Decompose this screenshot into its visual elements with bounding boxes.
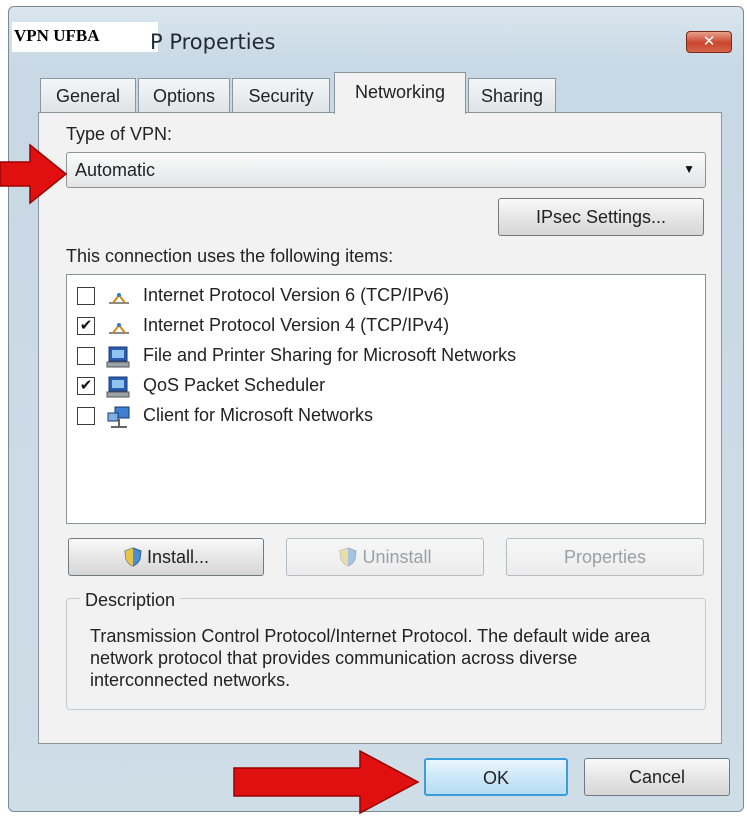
vpn-type-dropdown[interactable]: Automatic ▼	[66, 152, 706, 188]
uninstall-button-label: Uninstall	[362, 547, 432, 567]
item-label: Internet Protocol Version 6 (TCP/IPv6)	[143, 285, 450, 305]
item-checkbox[interactable]	[77, 407, 95, 425]
tab-sharing[interactable]: Sharing	[468, 78, 556, 112]
shield-icon	[339, 547, 358, 567]
uninstall-button[interactable]: Uninstall	[286, 538, 484, 576]
item-label: Internet Protocol Version 4 (TCP/IPv4)	[143, 315, 450, 335]
properties-button[interactable]: Properties	[506, 538, 704, 576]
connection-items-list[interactable]: Internet Protocol Version 6 (TCP/IPv6) ✔…	[66, 274, 706, 524]
item-checkbox[interactable]: ✔	[77, 317, 95, 335]
install-button[interactable]: Install...	[68, 538, 264, 576]
close-icon: ✕	[702, 33, 716, 50]
network-service-icon	[105, 345, 133, 369]
title-overlay-label: VPN UFBA	[14, 26, 100, 45]
close-button[interactable]: ✕	[686, 31, 732, 53]
network-protocol-icon	[105, 315, 133, 339]
arrow-right-icon	[0, 143, 68, 205]
network-service-icon	[105, 375, 133, 399]
description-legend: Description	[80, 590, 181, 611]
network-protocol-icon	[105, 285, 133, 309]
list-item[interactable]: ✔ Internet Protocol Version 4 (TCP/IPv4)	[77, 313, 697, 341]
network-client-icon	[105, 405, 133, 429]
list-item[interactable]: File and Printer Sharing for Microsoft N…	[77, 343, 697, 371]
chevron-down-icon: ▼	[683, 162, 695, 176]
install-button-label: Install...	[146, 547, 210, 567]
window-title: P Properties	[150, 30, 276, 54]
vpn-type-value: Automatic	[75, 160, 156, 180]
tab-options[interactable]: Options	[138, 78, 230, 112]
item-label: Client for Microsoft Networks	[143, 405, 374, 425]
cancel-button[interactable]: Cancel	[584, 758, 730, 796]
list-item[interactable]: Internet Protocol Version 6 (TCP/IPv6)	[77, 283, 697, 311]
item-checkbox[interactable]	[77, 287, 95, 305]
item-label: QoS Packet Scheduler	[143, 375, 326, 395]
ok-button[interactable]: OK	[424, 758, 568, 796]
list-item[interactable]: Client for Microsoft Networks	[77, 403, 697, 431]
shield-icon	[124, 547, 142, 567]
vpn-type-label: Type of VPN:	[66, 124, 173, 144]
ipsec-settings-button[interactable]: IPsec Settings...	[498, 198, 704, 236]
item-label: File and Printer Sharing for Microsoft N…	[143, 345, 517, 365]
description-text: Transmission Control Protocol/Internet P…	[90, 626, 651, 690]
tab-security[interactable]: Security	[232, 78, 330, 112]
tab-networking[interactable]: Networking	[334, 72, 466, 114]
arrow-right-icon	[233, 749, 420, 815]
tab-general[interactable]: General	[40, 78, 136, 112]
items-label: This connection uses the following items…	[66, 246, 394, 266]
item-checkbox[interactable]: ✔	[77, 377, 95, 395]
list-item[interactable]: ✔ QoS Packet Scheduler	[77, 373, 697, 401]
item-checkbox[interactable]	[77, 347, 95, 365]
